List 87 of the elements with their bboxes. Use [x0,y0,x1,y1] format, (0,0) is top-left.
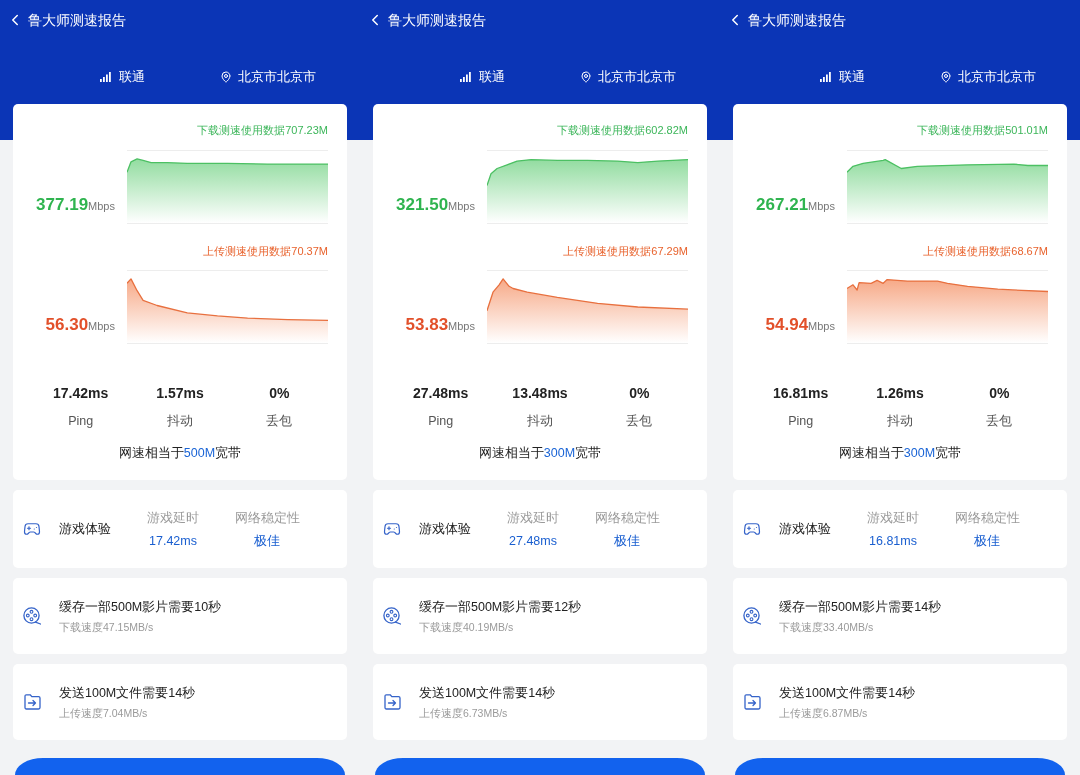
bandwidth-summary: 网速相当于300M宽带 [838,445,962,462]
page-title: 鲁大师测速报告 [28,11,126,30]
download-data-usage: 下载测速使用数据501.01M [917,123,1048,137]
action-button[interactable] [735,758,1065,775]
upload-speed: 56.30Mbps [45,315,115,336]
upload-speed: 54.94Mbps [765,315,835,336]
folder-arrow-icon [383,694,401,710]
game-metric-value: 27.48ms [509,532,557,550]
action-button[interactable] [15,758,345,775]
tip-detail: 上传速度6.87MB/s [779,706,869,720]
folder-arrow-icon [23,694,41,710]
bandwidth-summary: 网速相当于300M宽带 [478,445,602,462]
stat-value: 0% [269,384,290,402]
location-icon [220,71,232,83]
game-experience-title: 游戏体验 [779,521,832,538]
tip-title: 缓存一部500M影片需要10秒 [59,599,222,616]
game-metric-value: 17.42ms [149,532,197,550]
game-experience-title: 游戏体验 [59,521,112,538]
stat-label: Ping [428,413,454,430]
stat-value: 17.42ms [53,384,109,402]
stat-label: 抖动 [887,413,913,430]
signal-icon [100,72,111,82]
stat-label: 丢包 [626,413,653,430]
film-reel-icon [23,607,41,625]
game-metric-value: 16.81ms [869,532,917,550]
film-reel-icon [743,607,761,625]
stat-label: 抖动 [527,413,553,430]
download-speed: 377.19Mbps [36,195,115,216]
stat-value: 0% [629,384,650,402]
game-metric-value: 极佳 [254,532,280,550]
tip-detail: 上传速度6.73MB/s [419,706,509,720]
game-metric-value: 极佳 [614,532,640,550]
tip-detail: 上传速度7.04MB/s [59,706,149,720]
page-title: 鲁大师测速报告 [388,11,486,30]
gamepad-icon [23,520,41,538]
tip-title: 发送100M文件需要14秒 [779,685,916,702]
tip-title: 发送100M文件需要14秒 [59,685,196,702]
gamepad-icon [383,520,401,538]
stat-value: 1.57ms [156,384,204,402]
upload-data-usage: 上传测速使用数据68.67M [923,244,1048,258]
folder-arrow-icon [743,694,761,710]
stat-label: Ping [68,413,94,430]
tip-title: 发送100M文件需要14秒 [419,685,556,702]
location-icon [580,71,592,83]
page-title: 鲁大师测速报告 [748,11,846,30]
location-name: 北京市北京市 [598,69,676,86]
tip-detail: 下载速度33.40MB/s [779,620,875,634]
download-speed: 267.21Mbps [756,195,835,216]
download-speed: 321.50Mbps [396,195,475,216]
location-name: 北京市北京市 [238,69,316,86]
carrier-name: 联通 [479,69,505,86]
game-metric-label: 游戏延时 [147,509,199,527]
signal-icon [820,72,831,82]
game-metric-label: 网络稳定性 [954,509,1020,527]
tip-title: 缓存一部500M影片需要12秒 [419,599,582,616]
film-reel-icon [383,607,401,625]
game-experience-title: 游戏体验 [419,521,472,538]
upload-data-usage: 上传测速使用数据70.37M [203,244,328,258]
upload-speed: 53.83Mbps [405,315,475,336]
download-data-usage: 下载测速使用数据602.82M [557,123,688,137]
tip-title: 缓存一部500M影片需要14秒 [779,599,942,616]
download-data-usage: 下载测速使用数据707.23M [197,123,328,137]
game-metric-label: 游戏延时 [507,509,559,527]
carrier-name: 联通 [119,69,145,86]
stat-label: 丢包 [986,413,1013,430]
tip-detail: 下载速度40.19MB/s [419,620,515,634]
upload-data-usage: 上传测速使用数据67.29M [563,244,688,258]
location-name: 北京市北京市 [958,69,1036,86]
game-metric-label: 网络稳定性 [234,509,300,527]
tip-detail: 下载速度47.15MB/s [59,620,155,634]
stat-value: 1.26ms [876,384,924,402]
location-icon [940,71,952,83]
game-metric-label: 网络稳定性 [594,509,660,527]
gamepad-icon [743,520,761,538]
stat-label: 抖动 [167,413,193,430]
carrier-name: 联通 [839,69,865,86]
stat-value: 13.48ms [512,384,568,402]
stat-label: Ping [788,413,814,430]
game-metric-label: 游戏延时 [867,509,919,527]
game-metric-value: 极佳 [974,532,1000,550]
stat-value: 0% [989,384,1010,402]
action-button[interactable] [375,758,705,775]
stat-value: 16.81ms [773,384,829,402]
stat-value: 27.48ms [413,384,469,402]
bandwidth-summary: 网速相当于500M宽带 [118,445,242,462]
stat-label: 丢包 [266,413,293,430]
signal-icon [460,72,471,82]
